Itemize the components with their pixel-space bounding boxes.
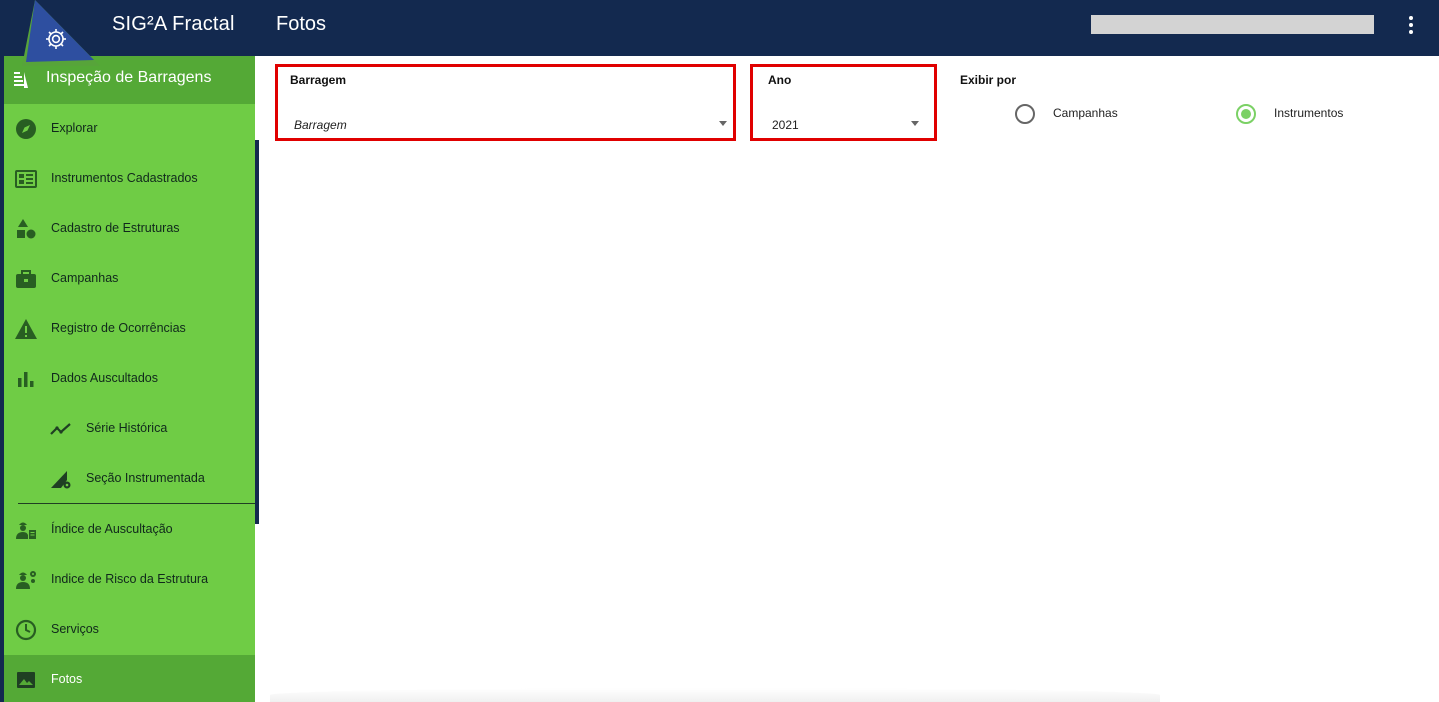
engineer-report-icon (16, 522, 36, 539)
dam-icon (14, 72, 28, 88)
sidebar-item-secao-instrumentada[interactable]: Seção Instrumentada (4, 454, 255, 504)
radio-instrumentos[interactable] (1236, 104, 1256, 124)
sidebar-item-dados-auscultados[interactable]: Dados Auscultados (4, 354, 255, 404)
sidebar-item-label: Explorar (51, 121, 98, 135)
top-app-bar: SIG²A Fractal Fotos (0, 0, 1439, 56)
warning-icon (15, 319, 37, 339)
sidebar-item-label: Série Histórica (86, 421, 168, 435)
content-card-edge (270, 688, 1160, 702)
section-settings-icon (51, 471, 71, 489)
sidebar-title: Inspeção de Barragens (46, 69, 212, 86)
sidebar-item-label: Registro de Ocorrências (51, 321, 186, 335)
sidebar-item-label: Seção Instrumentada (86, 471, 205, 485)
radio-campanhas-label[interactable]: Campanhas (1053, 106, 1118, 120)
shapes-icon (17, 219, 36, 239)
sidebar-item-campanhas[interactable]: Campanhas (4, 254, 255, 304)
sidebar-item-cadastro-estruturas[interactable]: Cadastro de Estruturas (4, 204, 255, 254)
sidebar-item-label: Campanhas (51, 271, 119, 285)
clock-icon (15, 619, 37, 641)
ano-label: Ano (768, 73, 792, 87)
barragem-label: Barragem (290, 73, 347, 87)
sidebar: Inspeção de Barragens Explorar Instrumen… (0, 56, 255, 702)
app-logo[interactable] (22, 0, 100, 66)
sidebar-item-servicos[interactable]: Serviços (4, 605, 255, 655)
compass-icon (16, 119, 36, 139)
sidebar-item-indice-auscultacao[interactable]: Índice de Auscultação (4, 505, 255, 555)
sidebar-item-serie-historica[interactable]: Série Histórica (4, 404, 255, 454)
sidebar-item-indice-risco[interactable]: Indice de Risco da Estrutura (4, 555, 255, 605)
barragem-placeholder: Barragem (294, 118, 347, 132)
engineer-settings-icon (16, 571, 36, 589)
trend-line-icon (50, 423, 71, 435)
sidebar-item-label: Serviços (51, 622, 99, 636)
sidebar-divider (18, 503, 255, 504)
more-options-icon[interactable] (1400, 14, 1422, 36)
sidebar-scrollbar[interactable] (255, 140, 259, 524)
radio-instrumentos-label[interactable]: Instrumentos (1274, 106, 1343, 120)
bar-chart-icon (18, 372, 34, 387)
sidebar-item-fotos[interactable]: Fotos (4, 655, 255, 702)
user-name[interactable] (1091, 15, 1374, 34)
ano-value: 2021 (772, 118, 799, 132)
image-icon (17, 672, 35, 688)
ano-select[interactable]: Ano 2021 (750, 64, 937, 141)
sidebar-item-label: Índice de Auscultação (51, 522, 173, 536)
chevron-down-icon (719, 121, 727, 126)
radio-campanhas[interactable] (1015, 104, 1035, 124)
sidebar-item-label: Fotos (51, 672, 83, 686)
chevron-down-icon (911, 121, 919, 126)
sidebar-item-label: Cadastro de Estruturas (51, 221, 180, 235)
barragem-select[interactable]: Barragem Barragem (275, 64, 736, 141)
sidebar-item-registro-ocorrencias[interactable]: Registro de Ocorrências (4, 304, 255, 354)
sidebar-item-instrumentos-cadastrados[interactable]: Instrumentos Cadastrados (4, 154, 255, 204)
dashboard-icon (15, 170, 37, 188)
page-title: Fotos (276, 13, 327, 35)
sidebar-item-label: Instrumentos Cadastrados (51, 171, 198, 185)
exibir-por-label: Exibir por (960, 73, 1017, 87)
sidebar-item-label: Indice de Risco da Estrutura (51, 572, 209, 586)
sidebar-item-explorar[interactable]: Explorar (4, 104, 255, 154)
sidebar-item-label: Dados Auscultados (51, 371, 159, 385)
briefcase-icon (16, 270, 36, 288)
app-title: SIG²A Fractal (112, 13, 235, 35)
